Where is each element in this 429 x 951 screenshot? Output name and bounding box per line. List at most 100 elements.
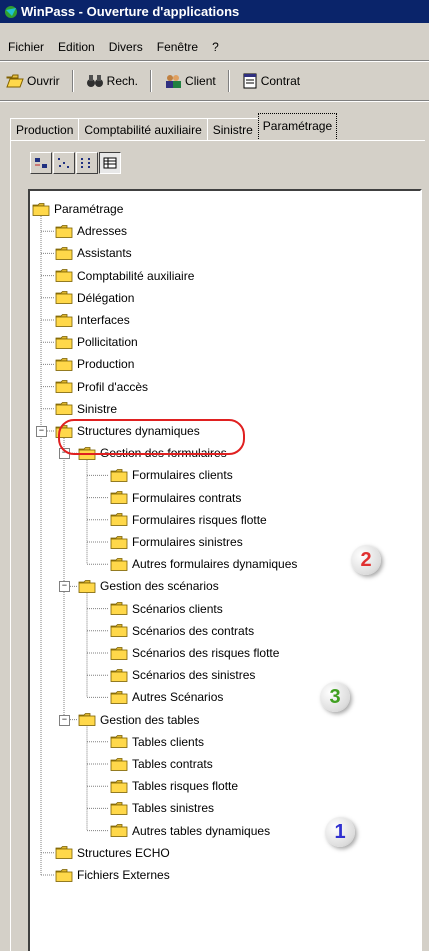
details-view-icon (103, 157, 117, 169)
folder-icon (55, 269, 73, 282)
folder-icon (110, 535, 128, 549)
tab-comptabilite[interactable]: Comptabilité auxiliaire (78, 118, 208, 141)
tree-node-label: Scénarios clients (132, 601, 223, 616)
details-view-button[interactable] (99, 152, 121, 174)
small-icons-view-button[interactable] (53, 152, 75, 174)
folder-icon (55, 357, 73, 371)
tree-node[interactable]: Formulaires sinistres (110, 533, 243, 551)
menu-edition[interactable]: Edition (58, 40, 95, 54)
title-bar: WinPass - Ouverture d'applications (0, 0, 429, 23)
badge-three: 3 (320, 682, 350, 712)
tab-strip: Production Comptabilité auxiliaire Sinis… (10, 113, 338, 141)
tree-node[interactable]: Gestion des scénarios (78, 577, 219, 595)
tree-node-label: Autres formulaires dynamiques (132, 557, 298, 572)
tree-node-label: Formulaires risques flotte (132, 512, 267, 527)
list-view-button[interactable] (76, 152, 98, 174)
app-icon (5, 5, 17, 18)
window-title: WinPass - Ouverture d'applications (21, 4, 240, 19)
folder-icon (110, 602, 128, 615)
tree-node-label: Fichiers Externes (77, 868, 170, 882)
tree-node[interactable]: Scénarios clients (110, 600, 223, 618)
collapse-toggle[interactable]: − (59, 581, 70, 593)
tree-node[interactable]: Production (55, 355, 134, 373)
tree-node-label: Scénarios des contrats (132, 623, 255, 638)
tree-node[interactable]: Délégation (55, 289, 134, 307)
menu-fenetre[interactable]: Fenêtre (157, 40, 198, 54)
tree-node[interactable]: Tables clients (110, 733, 204, 751)
tab-parametrage[interactable]: Paramétrage (257, 113, 338, 141)
menu-bar: Fichier Edition Divers Fenêtre ? (0, 38, 429, 56)
separator (0, 100, 429, 102)
client-button[interactable]: Client (158, 69, 222, 93)
folder-icon (110, 624, 128, 638)
panel-edge (425, 140, 429, 945)
folder-icon (55, 224, 73, 238)
tree-node[interactable]: Interfaces (55, 311, 130, 329)
folder-icon (110, 757, 128, 771)
tree-node[interactable]: Fichiers Externes (55, 866, 170, 884)
tree-node-label: Profil d'accès (77, 379, 148, 394)
tree-node[interactable]: Comptabilité auxiliaire (55, 267, 194, 285)
folder-icon (110, 557, 128, 571)
tree-node[interactable]: Scénarios des contrats (110, 622, 254, 640)
menu-fichier[interactable]: Fichier (8, 40, 44, 54)
tree-node-label: Formulaires sinistres (132, 535, 243, 549)
collapse-toggle[interactable]: − (59, 714, 70, 726)
client-label: Client (185, 74, 216, 88)
view-buttons (30, 152, 122, 174)
tree-node-label: Autres Scénarios (132, 690, 224, 705)
folder-icon (55, 380, 73, 393)
highlight-ellipse (58, 419, 245, 455)
tree-node[interactable]: Formulaires clients (110, 466, 233, 484)
tree-node[interactable]: Pollicitation (55, 333, 138, 351)
tree-node[interactable]: Autres formulaires dynamiques (110, 555, 297, 573)
contract-label: Contrat (260, 74, 301, 88)
open-folder-icon (32, 202, 50, 216)
tree-node[interactable]: Gestion des tables (78, 711, 199, 729)
collapse-toggle[interactable]: − (36, 426, 47, 437)
tree-node[interactable]: Structures ECHO (55, 844, 170, 862)
tree-node[interactable]: Autres Scénarios (110, 688, 223, 706)
tree-node-label: Tables sinistres (132, 801, 215, 816)
folder-icon (55, 402, 73, 416)
tree-node-label: Sinistre (77, 401, 118, 416)
large-icons-view-icon (35, 158, 47, 168)
tree-node[interactable]: Autres tables dynamiques (110, 822, 270, 840)
contract-button[interactable]: Contrat (236, 69, 306, 93)
tree-node[interactable]: Formulaires contrats (110, 489, 241, 507)
folder-icon (110, 668, 128, 682)
tree-node-label: Scénarios des sinistres (132, 668, 256, 683)
open-button[interactable]: Ouvrir (0, 69, 66, 93)
tree-node-label: Formulaires contrats (132, 490, 242, 505)
folder-icon (55, 246, 73, 260)
badge-two: 2 (351, 545, 381, 575)
tree-node[interactable]: Assistants (55, 244, 132, 262)
tree-node-label: Tables risques flotte (132, 779, 239, 794)
tree-node[interactable]: Scénarios des sinistres (110, 666, 255, 684)
tree-node[interactable]: Tables sinistres (110, 799, 214, 817)
tree-node[interactable]: Tables contrats (110, 755, 213, 773)
tree-node[interactable]: Profil d'accès (55, 378, 148, 396)
folder-icon (55, 291, 73, 305)
tree-node-label: Formulaires clients (132, 468, 233, 483)
tree-node[interactable]: Paramétrage (32, 200, 123, 218)
search-button[interactable]: Rech. (80, 69, 144, 93)
tab-sinistre[interactable]: Sinistre (206, 118, 259, 141)
menu-help[interactable]: ? (212, 40, 219, 54)
menu-divers[interactable]: Divers (109, 40, 143, 54)
folder-icon (110, 690, 128, 704)
tree-node-label: Structures ECHO (77, 845, 170, 860)
tree-node[interactable]: Scénarios des risques flotte (110, 644, 279, 662)
tree-node-label: Interfaces (77, 313, 130, 327)
tree-node[interactable]: Tables risques flotte (110, 777, 238, 795)
tree-node[interactable]: Adresses (55, 222, 127, 240)
tree-node-label: Autres tables dynamiques (132, 823, 271, 838)
tree-node-label: Tables clients (132, 734, 205, 749)
tree-node-label: Comptabilité auxiliaire (77, 268, 195, 283)
tree-node[interactable]: Sinistre (55, 400, 117, 418)
large-icons-view-button[interactable] (30, 152, 52, 174)
tab-production[interactable]: Production (10, 118, 80, 141)
tree-node[interactable]: Formulaires risques flotte (110, 511, 267, 529)
folder-icon (110, 735, 128, 749)
small-icons-view-icon (58, 158, 69, 168)
